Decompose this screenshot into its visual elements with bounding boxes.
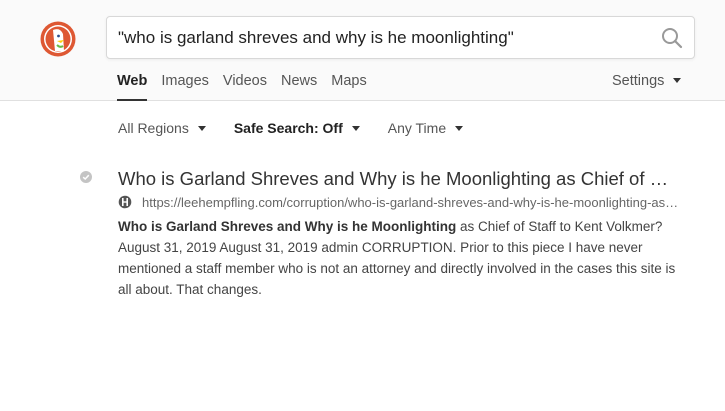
snippet-highlight: Who is Garland Shreves and Why is he Moo… <box>118 219 457 234</box>
tab-web[interactable]: Web <box>117 72 148 101</box>
search-box <box>106 16 695 59</box>
search-button[interactable] <box>660 26 684 50</box>
chevron-down-icon <box>673 78 682 83</box>
search-icon <box>662 28 683 49</box>
chevron-down-icon <box>197 126 206 131</box>
check-icon <box>80 171 92 183</box>
globe-favicon <box>118 195 132 209</box>
chevron-down-icon <box>351 126 360 131</box>
search-tabs: Web Images Videos News Maps <box>117 72 381 101</box>
result-url-row: https://leehempfling.com/corruption/who-… <box>118 195 688 211</box>
result-snippet: Who is Garland Shreves and Why is he Moo… <box>118 216 688 300</box>
duckduckgo-logo[interactable] <box>40 21 76 57</box>
tab-news[interactable]: News <box>281 72 317 101</box>
settings-dropdown[interactable]: Settings <box>612 72 682 90</box>
result-title-link[interactable]: Who is Garland Shreves and Why is he Moo… <box>118 168 678 190</box>
region-filter-label: All Regions <box>118 120 189 136</box>
result-url[interactable]: https://leehempfling.com/corruption/who-… <box>142 195 682 210</box>
tab-maps[interactable]: Maps <box>331 72 366 101</box>
time-filter[interactable]: Any Time <box>387 119 464 137</box>
safe-search-filter[interactable]: Safe Search: Off <box>234 119 360 137</box>
tab-videos[interactable]: Videos <box>223 72 267 101</box>
search-input[interactable] <box>118 17 648 58</box>
header: Web Images Videos News Maps Settings <box>0 0 725 101</box>
filter-bar: All Regions Safe Search: Off Any Time <box>118 119 491 137</box>
settings-label: Settings <box>612 73 665 89</box>
region-filter[interactable]: All Regions <box>118 119 206 137</box>
safe-search-label: Safe Search: Off <box>233 120 343 136</box>
chevron-down-icon <box>455 126 464 131</box>
time-filter-label: Any Time <box>387 120 447 136</box>
tab-images[interactable]: Images <box>161 72 209 101</box>
